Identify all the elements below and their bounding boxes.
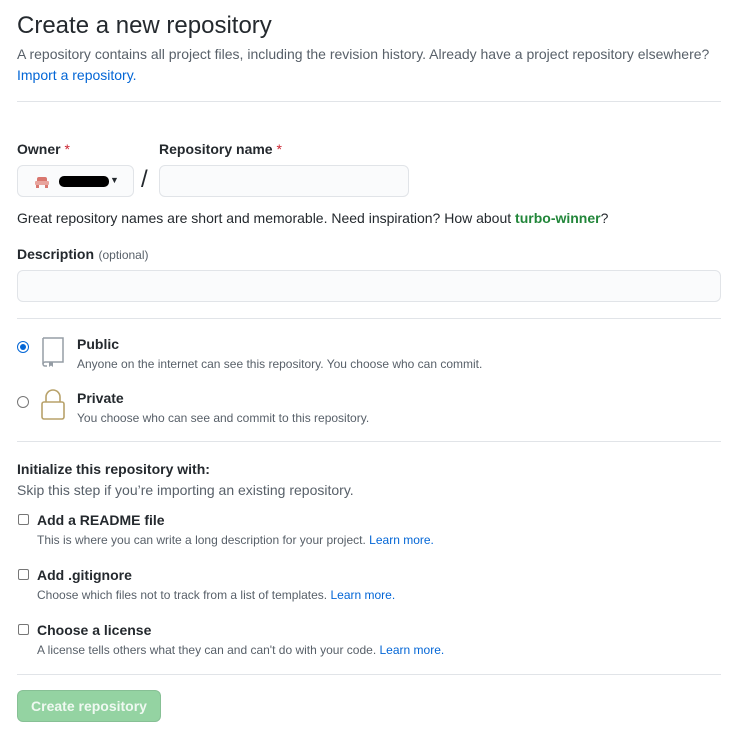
create-repository-button[interactable]: Create repository bbox=[17, 690, 161, 722]
readme-description-text: This is where you can write a long descr… bbox=[37, 533, 366, 547]
owner-select[interactable]: ▼ bbox=[17, 165, 134, 197]
license-label[interactable]: Choose a license bbox=[37, 622, 151, 638]
public-description: Anyone on the internet can see this repo… bbox=[77, 357, 483, 371]
chevron-down-icon: ▼ bbox=[110, 175, 119, 185]
optional-note: (optional) bbox=[98, 248, 149, 262]
public-title: Public bbox=[77, 336, 120, 352]
repo-icon bbox=[39, 336, 67, 373]
required-mark: * bbox=[64, 141, 70, 157]
description-label-text: Description bbox=[17, 246, 95, 262]
lock-icon bbox=[39, 388, 67, 427]
init-title: Initialize this repository with: bbox=[17, 461, 210, 477]
divider bbox=[17, 101, 721, 102]
owner-avatar bbox=[34, 175, 50, 189]
private-title: Private bbox=[77, 390, 124, 406]
readme-label[interactable]: Add a README file bbox=[37, 512, 165, 528]
name-suggestion: Great repository names are short and mem… bbox=[17, 210, 608, 226]
description-label: Description (optional) bbox=[17, 246, 149, 264]
divider bbox=[17, 441, 721, 442]
repository-name-label: Repository name * bbox=[159, 141, 282, 157]
divider bbox=[17, 674, 721, 675]
gitignore-description-text: Choose which files not to track from a l… bbox=[37, 588, 328, 602]
gitignore-label[interactable]: Add .gitignore bbox=[37, 567, 132, 583]
learn-more-link[interactable]: Learn more. bbox=[369, 533, 434, 547]
page-description: A repository contains all project files,… bbox=[17, 46, 710, 62]
private-radio[interactable] bbox=[17, 396, 29, 408]
suggestion-end: ? bbox=[600, 210, 609, 226]
suggested-name[interactable]: turbo-winner bbox=[515, 210, 601, 226]
license-description: A license tells others what they can and… bbox=[37, 643, 444, 657]
radio-dot bbox=[20, 344, 26, 350]
repository-name-input[interactable] bbox=[159, 165, 409, 197]
learn-more-link[interactable]: Learn more. bbox=[380, 643, 445, 657]
init-subtitle: Skip this step if you’re importing an ex… bbox=[17, 482, 354, 498]
gitignore-description: Choose which files not to track from a l… bbox=[37, 588, 395, 602]
gitignore-checkbox[interactable] bbox=[18, 569, 29, 580]
repository-name-label-text: Repository name bbox=[159, 141, 273, 157]
readme-checkbox[interactable] bbox=[18, 514, 29, 525]
learn-more-link[interactable]: Learn more. bbox=[330, 588, 395, 602]
required-mark: * bbox=[276, 141, 282, 157]
license-description-text: A license tells others what they can and… bbox=[37, 643, 377, 657]
divider bbox=[17, 318, 721, 319]
page-title: Create a new repository bbox=[17, 12, 272, 39]
license-checkbox[interactable] bbox=[18, 624, 29, 635]
suggestion-text: Great repository names are short and mem… bbox=[17, 210, 512, 226]
public-radio[interactable] bbox=[17, 341, 29, 353]
private-description: You choose who can see and commit to thi… bbox=[77, 411, 370, 425]
owner-label-text: Owner bbox=[17, 141, 61, 157]
owner-label: Owner * bbox=[17, 141, 70, 157]
owner-repo-separator: / bbox=[141, 166, 148, 193]
import-repository-link[interactable]: Import a repository. bbox=[17, 67, 137, 83]
readme-description: This is where you can write a long descr… bbox=[37, 533, 434, 547]
description-input[interactable] bbox=[17, 270, 721, 302]
owner-name-redacted bbox=[59, 176, 109, 187]
